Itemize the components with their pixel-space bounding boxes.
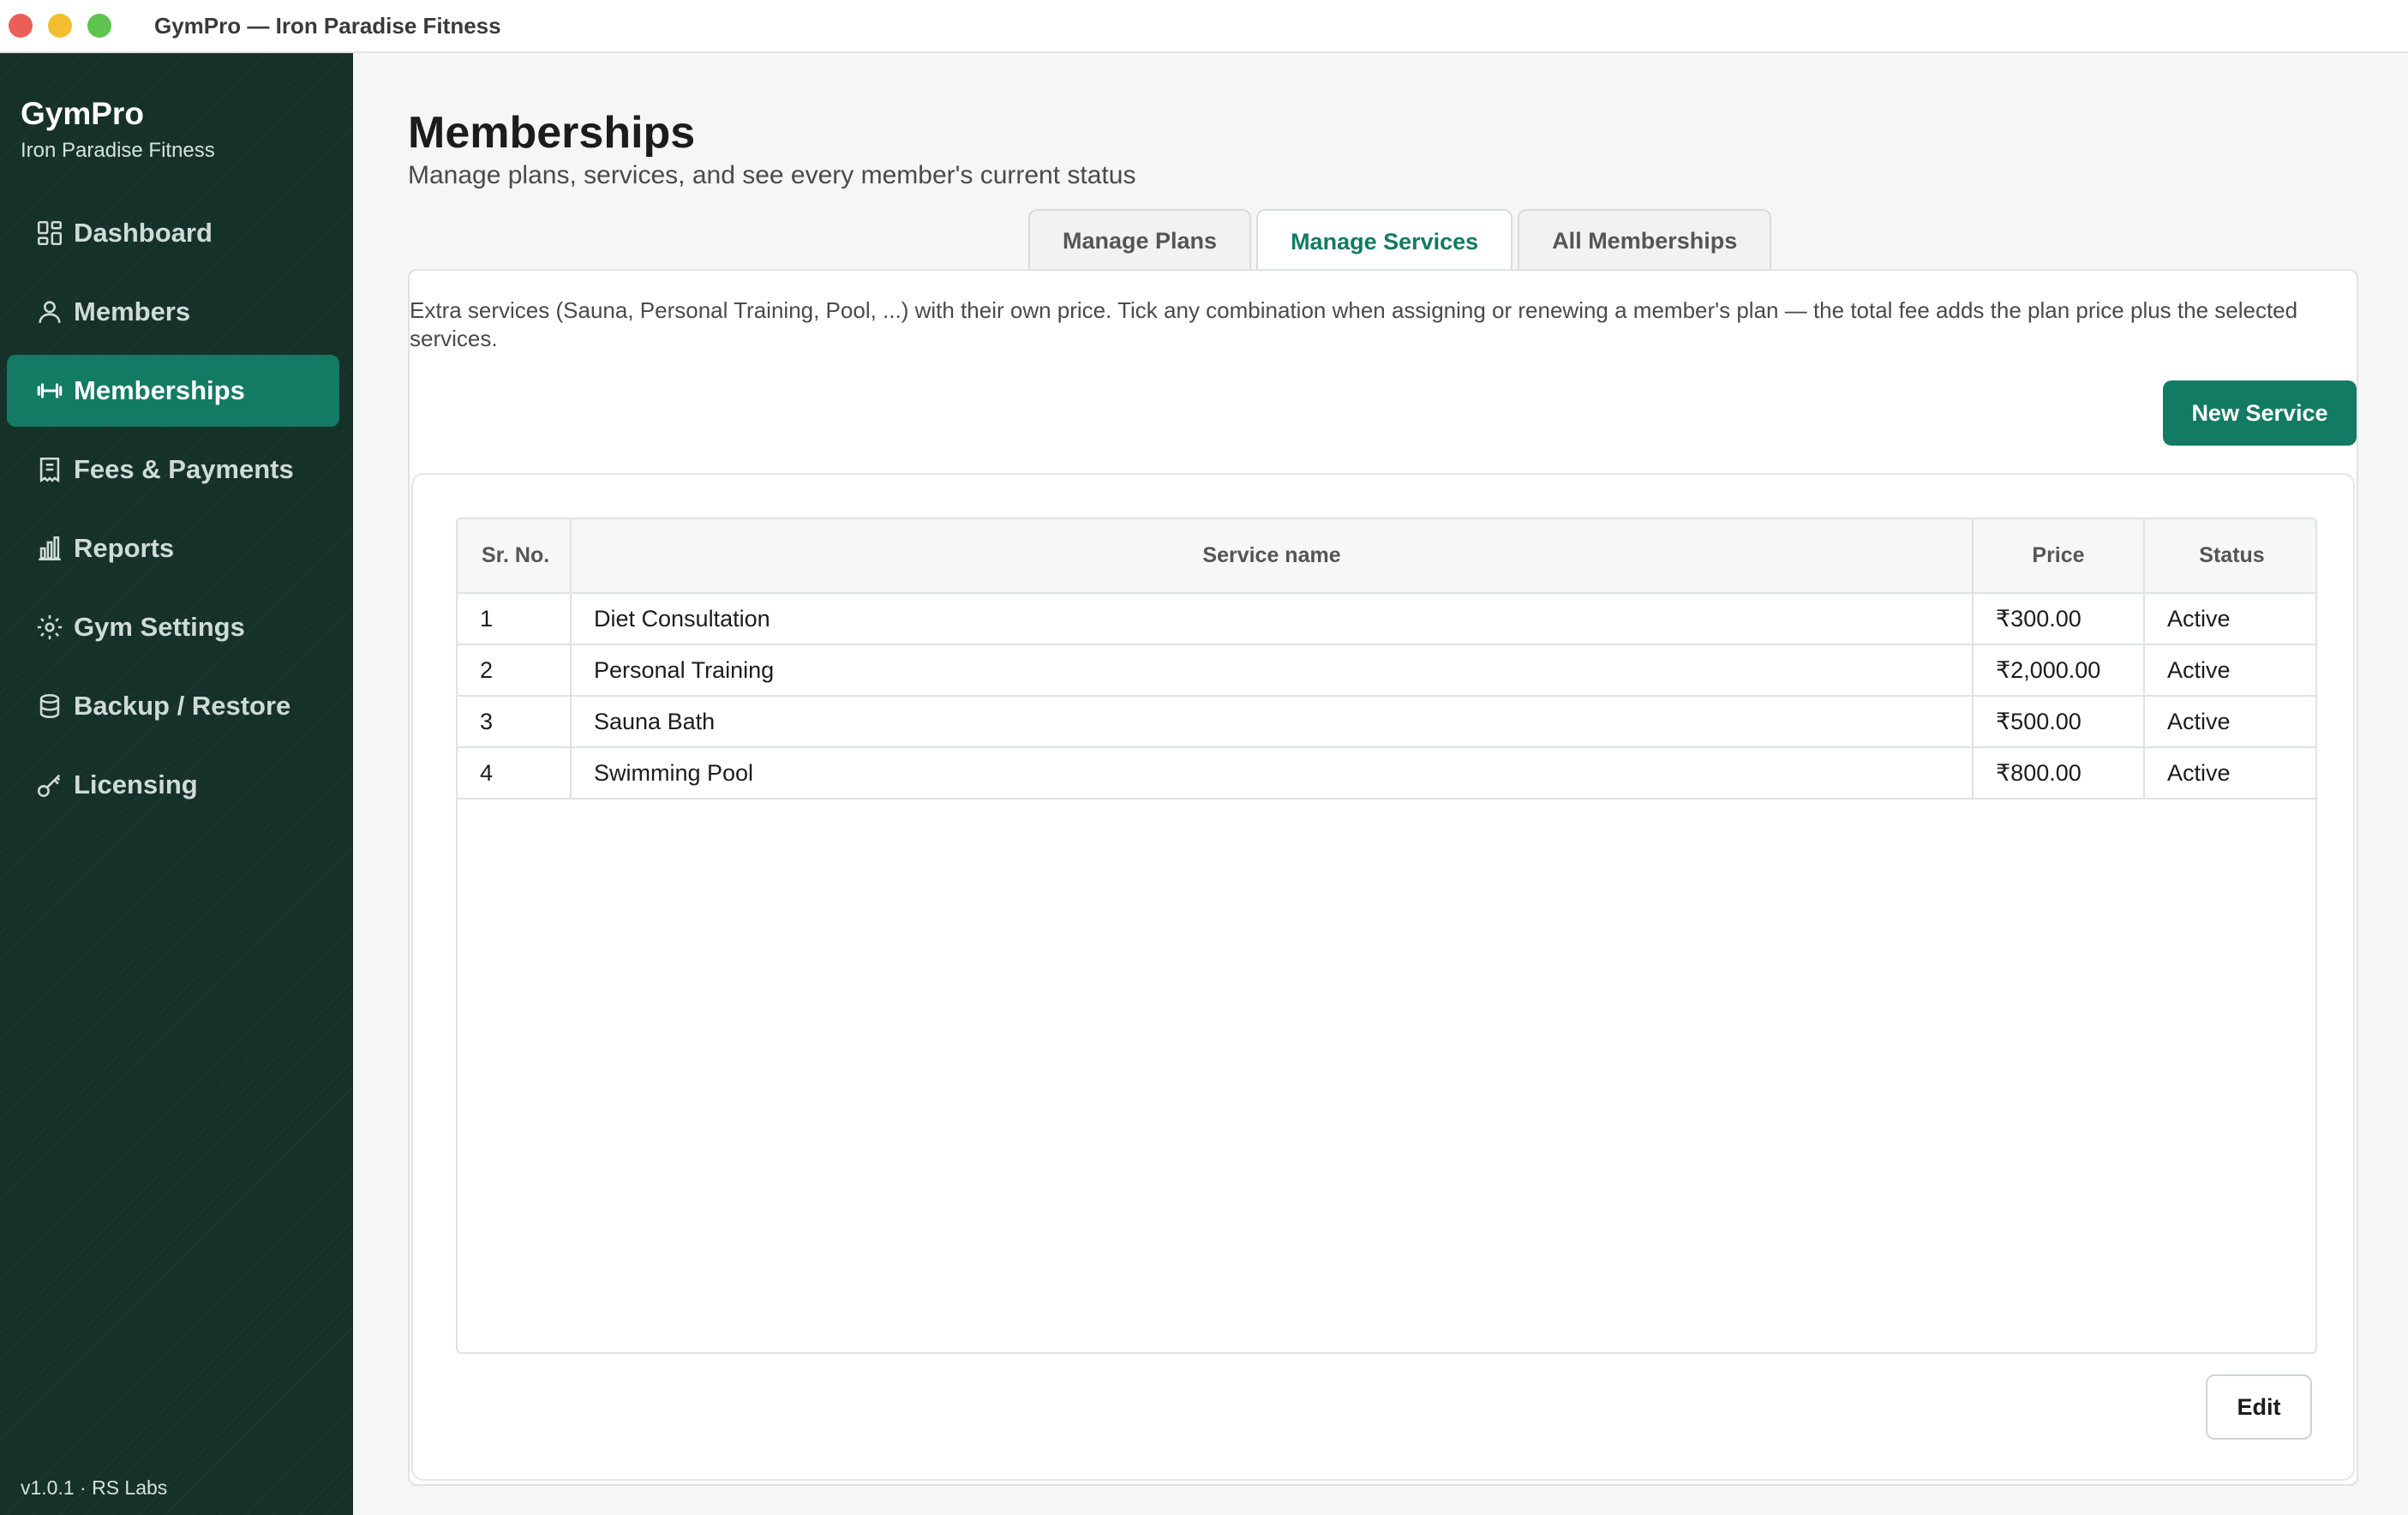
dashboard-icon [34, 218, 65, 249]
page-title: Memberships [408, 108, 696, 158]
sidebar-item-gym-settings[interactable]: Gym Settings [7, 591, 339, 663]
close-window-button[interactable] [9, 14, 33, 38]
table-row[interactable]: 1 Diet Consultation ₹300.00 Active [458, 593, 2315, 645]
table-header-row: Sr. No. Service name Price Status [458, 519, 2315, 594]
tab-bar: Manage Plans Manage Services All Members… [1028, 209, 1772, 272]
services-panel: Extra services (Sauna, Personal Training… [408, 269, 2358, 1486]
sidebar-item-label: Backup / Restore [74, 691, 291, 721]
cell-price: ₹800.00 [1973, 747, 2145, 799]
cell-status: Active [2144, 747, 2315, 799]
cell-status: Active [2144, 696, 2315, 748]
cell-service-name: Sauna Bath [571, 696, 1974, 748]
user-icon [34, 296, 65, 327]
title-bar: GymPro — Iron Paradise Fitness [0, 0, 2408, 53]
gym-name: Iron Paradise Fitness [21, 139, 215, 162]
window-title: GymPro — Iron Paradise Fitness [154, 12, 501, 39]
sidebar-item-licensing[interactable]: Licensing [7, 749, 339, 821]
receipt-icon [34, 454, 65, 485]
sidebar-item-label: Licensing [74, 769, 198, 799]
cell-status: Active [2144, 593, 2315, 645]
table-row[interactable]: 3 Sauna Bath ₹500.00 Active [458, 696, 2315, 748]
tab-manage-services[interactable]: Manage Services [1256, 209, 1513, 272]
cell-sr-no: 1 [458, 593, 572, 645]
zoom-window-button[interactable] [87, 14, 111, 38]
column-header-price[interactable]: Price [1973, 519, 2145, 594]
services-card: Sr. No. Service name Price Status 1 Diet… [411, 473, 2355, 1481]
page-subtitle: Manage plans, services, and see every me… [408, 161, 1136, 189]
cell-service-name: Personal Training [571, 644, 1974, 697]
bar-chart-icon [34, 533, 65, 564]
sidebar-item-label: Dashboard [74, 218, 213, 248]
cell-price: ₹300.00 [1973, 593, 2145, 645]
sidebar-item-memberships[interactable]: Memberships [7, 355, 339, 427]
database-icon [34, 691, 65, 722]
cell-status: Active [2144, 644, 2315, 697]
sidebar-item-label: Members [74, 296, 191, 326]
cell-sr-no: 4 [458, 747, 572, 799]
cell-price: ₹2,000.00 [1973, 644, 2145, 697]
sidebar-item-reports[interactable]: Reports [7, 512, 339, 584]
column-header-service-name[interactable]: Service name [571, 519, 1974, 594]
cell-sr-no: 2 [458, 644, 572, 697]
sidebar-item-dashboard[interactable]: Dashboard [7, 197, 339, 269]
edit-button[interactable]: Edit [2206, 1374, 2312, 1440]
sidebar-item-members[interactable]: Members [7, 276, 339, 348]
sidebar-nav: Dashboard Members Memberships Fees & Pay… [7, 197, 339, 828]
gear-icon [34, 612, 65, 643]
cell-sr-no: 3 [458, 696, 572, 748]
tab-all-memberships[interactable]: All Memberships [1518, 209, 1772, 271]
sidebar-item-label: Reports [74, 533, 175, 563]
sidebar: GymPro Iron Paradise Fitness Dashboard M… [0, 53, 353, 1515]
sidebar-item-label: Fees & Payments [74, 454, 294, 484]
tab-manage-plans[interactable]: Manage Plans [1028, 209, 1252, 271]
column-header-status[interactable]: Status [2144, 519, 2315, 594]
new-service-button[interactable]: New Service [2163, 380, 2357, 446]
window-controls [9, 14, 111, 38]
key-icon [34, 769, 65, 800]
services-table-container: Sr. No. Service name Price Status 1 Diet… [456, 518, 2317, 1354]
minimize-window-button[interactable] [48, 14, 72, 38]
version-label: v1.0.1 · RS Labs [21, 1476, 168, 1499]
dumbbell-icon [34, 375, 65, 406]
sidebar-item-label: Gym Settings [74, 612, 245, 642]
table-row[interactable]: 2 Personal Training ₹2,000.00 Active [458, 644, 2315, 697]
column-header-sr-no[interactable]: Sr. No. [458, 519, 572, 594]
sidebar-item-label: Memberships [74, 375, 245, 405]
sidebar-item-fees-payments[interactable]: Fees & Payments [7, 434, 339, 506]
table-row[interactable]: 4 Swimming Pool ₹800.00 Active [458, 747, 2315, 799]
app-brand: GymPro [21, 96, 144, 131]
cell-service-name: Diet Consultation [571, 593, 1974, 645]
cell-price: ₹500.00 [1973, 696, 2145, 748]
sidebar-item-backup-restore[interactable]: Backup / Restore [7, 670, 339, 742]
services-info-text: Extra services (Sauna, Personal Training… [410, 297, 2298, 351]
cell-service-name: Swimming Pool [571, 747, 1974, 799]
services-table: Sr. No. Service name Price Status 1 Diet… [458, 519, 2315, 799]
